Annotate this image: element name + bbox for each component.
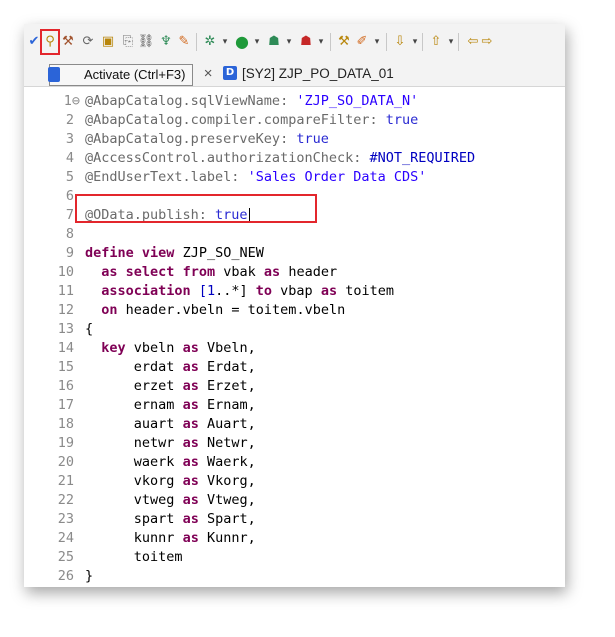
code-text: spart as Spart, [133, 511, 256, 527]
line-number: 9 [65, 245, 74, 261]
pen-icon[interactable]: ✎ [176, 33, 192, 51]
line-number: 2 [65, 112, 74, 128]
run-icon[interactable]: ● [234, 33, 250, 51]
link-icon[interactable]: ⛓ [138, 33, 155, 51]
line-number: 25 [57, 549, 74, 565]
refresh-icon[interactable]: ⟳ [80, 33, 96, 51]
chevron-down-icon[interactable]: ▾ [446, 33, 456, 51]
line-number: 10 [57, 264, 74, 280]
package-icon[interactable]: ▣ [100, 33, 116, 51]
code-text: auart as Auart, [133, 416, 256, 432]
code-text: @AbapCatalog.sqlViewName: 'ZJP_SO_DATA_N… [85, 93, 419, 109]
code-text: erdat as Erdat, [133, 359, 256, 375]
chevron-down-icon[interactable]: ▾ [316, 33, 326, 51]
bug-icon[interactable]: ☗ [266, 33, 282, 51]
line-number: 11 [57, 283, 74, 299]
code-text: @AbapCatalog.compiler.compareFilter: tru… [85, 112, 419, 128]
tab-zjp-po-data-01[interactable]: D [SY2] ZJP_PO_DATA_01 [223, 60, 394, 86]
line-number: 5 [65, 169, 74, 185]
chevron-down-icon[interactable]: ▾ [220, 33, 230, 51]
main-toolbar: ✔ ⚲ ⚒ ⟳ ▣ ⎘ ⛓ ♆ ✎ ✲ ▾ ● ▾ ☗ ▾ ☗ ▾ ⚒ ✐ ▾ … [24, 24, 565, 60]
code-text: @AbapCatalog.preserveKey: true [85, 131, 329, 147]
toolbar-separator [422, 33, 423, 51]
line-number: 17 [57, 397, 74, 413]
line-number: 19 [57, 435, 74, 451]
close-icon[interactable]: × [204, 65, 213, 82]
code-text: toitem [133, 549, 183, 565]
code-text: waerk as Waerk, [133, 454, 256, 470]
ddl-source-icon: D [223, 66, 237, 80]
code-text: as select from vbak as header [101, 264, 338, 280]
code-text: erzet as Erzet, [133, 378, 256, 394]
line-number: 24 [57, 530, 74, 546]
debug-icon[interactable]: ✲ [202, 33, 218, 51]
tab-label: [SY2] ZJP_PO_DATA_01 [242, 65, 394, 81]
line-number: 4 [65, 150, 74, 166]
external-tools-icon[interactable]: ☗ [298, 33, 314, 51]
toolbar-separator [458, 33, 459, 51]
check-icon[interactable]: ✔ [27, 33, 41, 51]
back-icon[interactable]: ⇦ [464, 33, 482, 51]
insight-icon[interactable]: ♆ [158, 33, 174, 51]
pen-icon[interactable]: ✐ [354, 33, 370, 51]
line-number: 1⊖ [63, 93, 80, 109]
line-number: 20 [57, 454, 74, 470]
code-text: on header.vbeln = toitem.vbeln [101, 302, 346, 318]
code-text: @EndUserText.label: 'Sales Order Data CD… [85, 169, 427, 185]
line-number: 15 [57, 359, 74, 375]
line-number: 7 [65, 207, 74, 223]
code-text: kunnr as Kunnr, [133, 530, 256, 546]
line-number: 23 [57, 511, 74, 527]
marker-down-icon[interactable]: ⇩ [392, 33, 408, 51]
code-text: define view ZJP_SO_NEW [85, 245, 264, 261]
line-number: 8 [65, 226, 74, 242]
chevron-down-icon[interactable]: ▾ [410, 33, 420, 51]
tooltip-text: Activate (Ctrl+F3) [84, 67, 186, 82]
ddl-source-icon [48, 67, 60, 82]
line-number: 18 [57, 416, 74, 432]
eclipse-window: ✔ ⚲ ⚒ ⟳ ▣ ⎘ ⛓ ♆ ✎ ✲ ▾ ● ▾ ☗ ▾ ☗ ▾ ⚒ ✐ ▾ … [24, 24, 565, 587]
toolbar-separator [330, 33, 331, 51]
line-number: 26 [57, 568, 74, 584]
code-text: } [85, 568, 94, 584]
activate-button-highlight [40, 29, 60, 55]
hammer-icon[interactable]: ⚒ [336, 33, 352, 51]
toolbar-separator [196, 33, 197, 51]
code-text: ernam as Ernam, [133, 397, 256, 413]
odata-publish-highlight [75, 194, 317, 223]
line-number: 16 [57, 378, 74, 394]
line-number: 14 [57, 340, 74, 356]
activate-all-icon[interactable]: ⚒ [60, 33, 76, 51]
activate-tooltip: Activate (Ctrl+F3) [48, 64, 193, 86]
line-number: 3 [65, 131, 74, 147]
code-text: association [1..*] to vbap as toitem [101, 283, 394, 299]
line-number: 12 [57, 302, 74, 318]
forward-icon[interactable]: ⇨ [482, 33, 493, 51]
code-text: { [85, 321, 94, 337]
code-text: netwr as Netwr, [133, 435, 256, 451]
code-editor[interactable]: 1⊖ @AbapCatalog.sqlViewName: 'ZJP_SO_DATA… [24, 86, 565, 587]
new-object-icon[interactable]: ⎘ [120, 33, 136, 51]
chevron-down-icon[interactable]: ▾ [252, 33, 262, 51]
code-text: vtweg as Vtweg, [133, 492, 256, 508]
marker-up-icon[interactable]: ⇧ [428, 33, 444, 51]
chevron-down-icon[interactable]: ▾ [284, 33, 294, 51]
chevron-down-icon[interactable]: ▾ [372, 33, 382, 51]
line-number: 21 [57, 473, 74, 489]
line-number: 6 [65, 188, 74, 204]
code-text: key vbeln as Vbeln, [101, 340, 256, 356]
toolbar-separator [386, 33, 387, 51]
code-text: @AccessControl.authorizationCheck: #NOT_… [85, 150, 476, 166]
line-number: 13 [57, 321, 74, 337]
line-number: 22 [57, 492, 74, 508]
code-text: vkorg as Vkorg, [133, 473, 256, 489]
